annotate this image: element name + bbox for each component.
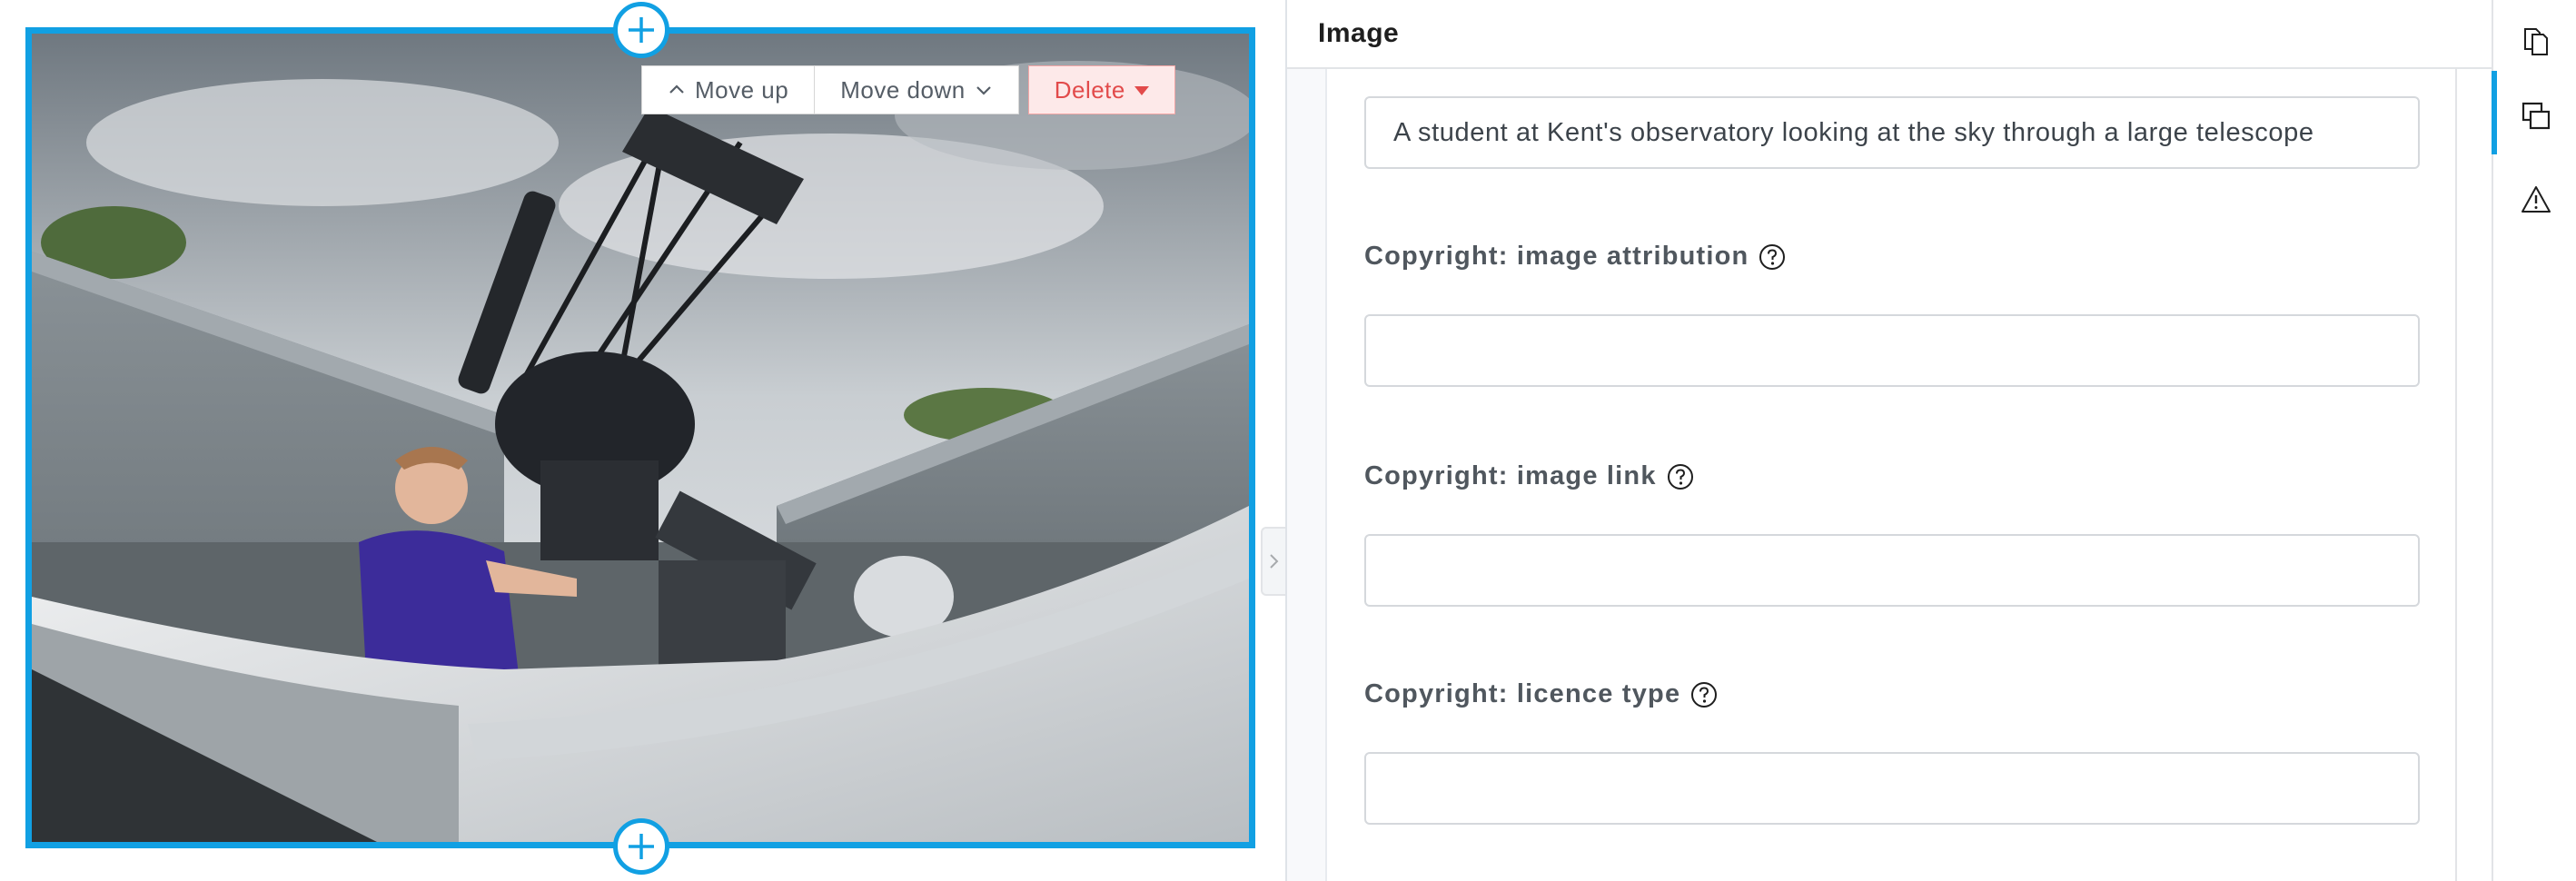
move-up-button[interactable]: Move up [641, 65, 816, 114]
editor-canvas: Move up Move down Delete [0, 0, 1272, 881]
help-question-icon[interactable] [1689, 680, 1719, 709]
panel-body: Copyright: image attribution Copyright: … [1287, 69, 2457, 881]
image-link-label: Copyright: image link [1364, 461, 1657, 490]
plus-icon [629, 834, 654, 859]
chevron-down-icon [976, 86, 991, 95]
panel-header: Image [1287, 0, 2492, 69]
observatory-photo [32, 34, 1249, 842]
block-toolbar: Move up Move down Delete [641, 65, 1175, 114]
delete-label: Delete [1054, 75, 1125, 104]
image-link-field[interactable] [1364, 534, 2420, 607]
plus-icon [629, 17, 654, 43]
block-settings-sidebar: Image Copyright: image attribution Copyr… [1285, 0, 2492, 881]
insert-block-below-button[interactable] [613, 818, 669, 875]
warnings-button[interactable] [2493, 158, 2576, 242]
warning-icon [2521, 186, 2551, 213]
attribution-label: Copyright: image attribution [1364, 242, 1749, 271]
licence-type-label: Copyright: licence type [1364, 679, 1681, 708]
pages-button[interactable] [2493, 0, 2576, 84]
image-block[interactable] [25, 27, 1255, 848]
sidebar-collapse-handle[interactable] [1261, 527, 1288, 596]
caret-down-icon [1134, 86, 1149, 95]
delete-button[interactable]: Delete [1027, 65, 1175, 114]
licence-type-label-row: Copyright: licence type [1364, 679, 1719, 709]
layers-button[interactable] [2493, 74, 2576, 158]
panel-gutter [1287, 69, 1327, 881]
attribution-field[interactable] [1364, 314, 2420, 387]
attribution-label-row: Copyright: image attribution [1364, 242, 1787, 272]
panel-title: Image [1318, 18, 1400, 48]
layers-icon [2522, 102, 2550, 130]
chevron-up-icon [669, 84, 684, 94]
panel-divider [2455, 69, 2457, 881]
move-down-button[interactable]: Move down [815, 65, 1019, 114]
pages-icon [2523, 28, 2548, 55]
move-up-label: Move up [695, 75, 789, 104]
help-question-icon[interactable] [1758, 243, 1787, 272]
insert-block-above-button[interactable] [613, 2, 669, 58]
chevron-right-icon [1270, 554, 1279, 569]
alt-text-field[interactable] [1364, 96, 2420, 169]
sidebar-icon-rail [2492, 0, 2576, 881]
licence-type-field[interactable] [1364, 752, 2420, 825]
image-link-label-row: Copyright: image link [1364, 461, 1695, 491]
help-question-icon[interactable] [1666, 462, 1695, 491]
move-down-label: Move down [840, 75, 966, 104]
